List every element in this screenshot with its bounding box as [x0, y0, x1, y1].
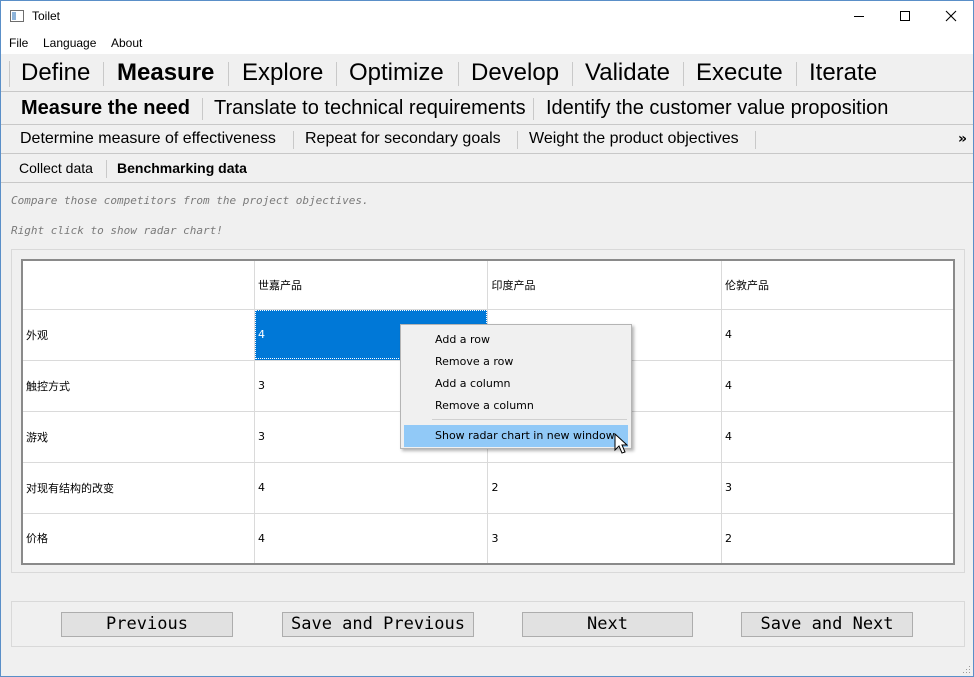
menu-language[interactable]: Language — [43, 36, 96, 50]
row-label-cell[interactable]: 触控方式 — [21, 359, 255, 412]
tab-define[interactable]: Define — [21, 59, 90, 87]
tab-weight-objectives[interactable]: Weight the product objectives — [529, 130, 739, 148]
separator — [458, 62, 459, 86]
table-cell[interactable]: 2 — [720, 512, 955, 565]
separator — [336, 62, 337, 86]
header-cell[interactable]: 伦敦产品 — [720, 259, 955, 310]
table-row: 对现有结构的改变 4 2 3 — [21, 461, 955, 514]
menu-add-row[interactable]: Add a row — [404, 329, 628, 351]
tab-secondary-goals[interactable]: Repeat for secondary goals — [305, 130, 501, 148]
tab-execute[interactable]: Execute — [696, 59, 783, 87]
save-and-previous-button[interactable]: Save and Previous — [282, 612, 474, 637]
mouse-cursor-icon — [614, 433, 629, 454]
substep-tabs: Determine measure of effectiveness Repea… — [1, 125, 973, 154]
separator — [755, 131, 756, 149]
header-cell[interactable]: 印度产品 — [487, 259, 722, 310]
save-and-next-button[interactable]: Save and Next — [741, 612, 913, 637]
menu-remove-row[interactable]: Remove a row — [404, 351, 628, 373]
header-cell[interactable]: 世嘉产品 — [253, 259, 489, 310]
separator — [533, 98, 534, 120]
window-title: Toilet — [32, 9, 61, 23]
tab-benchmarking-data[interactable]: Benchmarking data — [117, 160, 247, 176]
menu-file[interactable]: File — [9, 36, 28, 50]
tab-translate-requirements[interactable]: Translate to technical requirements — [214, 97, 526, 120]
next-button[interactable]: Next — [522, 612, 693, 637]
separator — [106, 160, 107, 178]
more-tabs-icon[interactable]: » — [958, 131, 967, 147]
separator — [202, 98, 203, 120]
minimize-button[interactable] — [836, 1, 882, 31]
context-menu: Add a row Remove a row Add a column Remo… — [400, 324, 632, 449]
header-cell[interactable] — [21, 259, 255, 310]
row-label-cell[interactable]: 游戏 — [21, 410, 255, 463]
table-cell[interactable]: 4 — [253, 461, 489, 514]
tab-customer-value[interactable]: Identify the customer value proposition — [546, 97, 888, 120]
close-button[interactable] — [928, 1, 973, 31]
table-header-row: 世嘉产品 印度产品 伦敦产品 — [21, 259, 955, 310]
previous-button[interactable]: Previous — [61, 612, 233, 637]
right-click-hint: Right click to show radar chart! — [11, 224, 223, 237]
table-cell[interactable]: 4 — [253, 512, 489, 565]
maximize-icon — [900, 11, 910, 21]
tab-measure-the-need[interactable]: Measure the need — [21, 97, 190, 120]
table-cell[interactable]: 4 — [720, 410, 955, 463]
tab-row-edge — [9, 61, 10, 87]
menu-remove-column[interactable]: Remove a column — [404, 395, 628, 417]
tab-develop[interactable]: Develop — [471, 59, 559, 87]
table-row: 价格 4 3 2 — [21, 512, 955, 565]
menu-bar: File Language About — [1, 32, 973, 54]
tab-validate[interactable]: Validate — [585, 59, 670, 87]
data-tabs: Collect data Benchmarking data — [1, 154, 973, 183]
close-icon — [945, 10, 957, 22]
separator — [517, 131, 518, 149]
row-label-cell[interactable]: 对现有结构的改变 — [21, 461, 255, 514]
resize-grip-icon[interactable] — [961, 664, 971, 674]
table-cell[interactable]: 4 — [720, 359, 955, 412]
row-label-cell[interactable]: 外观 — [21, 308, 255, 361]
separator — [228, 62, 229, 86]
tab-collect-data[interactable]: Collect data — [19, 160, 93, 176]
row-label-cell[interactable]: 价格 — [21, 512, 255, 565]
tab-optimize[interactable]: Optimize — [349, 59, 444, 87]
separator — [293, 131, 294, 149]
tab-measure-effectiveness[interactable]: Determine measure of effectiveness — [20, 130, 276, 148]
menu-about[interactable]: About — [111, 36, 142, 50]
step-tabs: Measure the need Translate to technical … — [1, 92, 973, 125]
table-cell[interactable]: 4 — [720, 308, 955, 361]
minimize-icon — [854, 15, 864, 17]
table-cell[interactable]: 3 — [487, 512, 722, 565]
separator — [683, 62, 684, 86]
separator — [103, 62, 104, 86]
app-icon — [10, 10, 24, 22]
separator — [572, 62, 573, 86]
maximize-button[interactable] — [882, 1, 928, 31]
phase-tabs: Define Measure Explore Optimize Develop … — [1, 54, 973, 92]
app-window: Toilet File Language About Define Measur… — [0, 0, 974, 677]
tab-iterate[interactable]: Iterate — [809, 59, 877, 87]
menu-separator — [432, 419, 627, 420]
menu-add-column[interactable]: Add a column — [404, 373, 628, 395]
table-cell[interactable]: 3 — [720, 461, 955, 514]
tab-explore[interactable]: Explore — [242, 59, 323, 87]
instruction-text: Compare those competitors from the proje… — [11, 194, 369, 207]
separator — [796, 62, 797, 86]
title-bar[interactable]: Toilet — [1, 1, 973, 32]
table-cell[interactable]: 2 — [487, 461, 722, 514]
tab-measure[interactable]: Measure — [117, 59, 214, 87]
menu-show-radar-chart[interactable]: Show radar chart in new window — [404, 425, 628, 447]
